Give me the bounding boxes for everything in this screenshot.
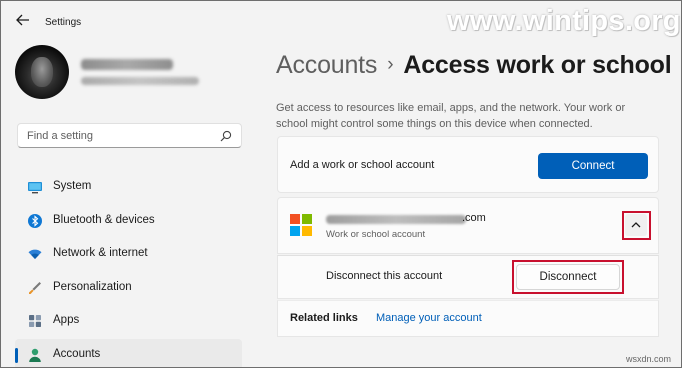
avatar[interactable] (15, 45, 69, 99)
chevron-up-icon (631, 222, 641, 228)
account-email-redacted (326, 215, 466, 224)
selected-indicator (15, 347, 18, 363)
avatar-face (31, 57, 53, 87)
breadcrumb-parent[interactable]: Accounts (276, 51, 377, 79)
apps-icon (29, 315, 41, 327)
sidebar-item-accounts[interactable]: Accounts (15, 338, 242, 367)
settings-window: Settings www.wintips.org Find a setting … (0, 0, 682, 368)
disconnect-account-label: Disconnect this account (326, 270, 443, 282)
sidebar-item-personalization[interactable]: Personalization (15, 272, 242, 304)
related-links-row: Related links Manage your account (277, 300, 659, 337)
sidebar-item-label: System (53, 180, 92, 192)
sidebar-item-label: Accounts (53, 347, 101, 360)
sidebar-item-label: Bluetooth & devices (53, 213, 155, 226)
account-card: .com Work or school account (277, 197, 659, 254)
manage-account-link[interactable]: Manage your account (376, 312, 482, 324)
sidebar-item-label: Network & internet (53, 247, 148, 259)
page-title: Accounts › Access work or school (276, 51, 672, 80)
account-type-label: Work or school account (326, 229, 426, 240)
watermark: www.wintips.org (447, 5, 681, 37)
disconnect-button[interactable]: Disconnect (516, 264, 620, 290)
person-icon (29, 348, 41, 362)
search-icon[interactable] (220, 130, 232, 142)
search-placeholder: Find a setting (27, 130, 94, 142)
profile-name-redacted (81, 59, 173, 70)
sidebar-item-label: Apps (53, 314, 80, 326)
account-email-domain: .com (462, 212, 486, 224)
breadcrumb-separator: › (387, 54, 394, 75)
bluetooth-icon (28, 213, 42, 228)
related-links-label: Related links (290, 312, 358, 324)
source-watermark: wsxdn.com (625, 354, 671, 364)
wifi-icon (28, 249, 42, 259)
connect-button[interactable]: Connect (538, 153, 648, 179)
microsoft-logo-icon (290, 214, 312, 236)
page-description: Get access to resources like email, apps… (276, 102, 626, 130)
add-account-label: Add a work or school account (290, 159, 435, 171)
app-title: Settings (45, 17, 82, 28)
monitor-icon (28, 182, 42, 194)
collapse-button[interactable] (625, 214, 647, 236)
profile-email-redacted (81, 77, 199, 85)
sidebar-item-apps[interactable]: Apps (15, 305, 242, 337)
sidebar-nav: System Bluetooth & devices Network & int… (15, 171, 243, 367)
search-input[interactable]: Find a setting (17, 123, 242, 148)
sidebar-item-bluetooth[interactable]: Bluetooth & devices (15, 205, 242, 237)
add-account-card: Add a work or school account Connect (277, 136, 659, 193)
breadcrumb-current: Access work or school (403, 51, 672, 79)
title-bar: Settings www.wintips.org (1, 1, 681, 39)
sidebar-item-label: Personalization (53, 280, 132, 293)
sidebar-item-network[interactable]: Network & internet (15, 238, 242, 270)
sidebar-item-system[interactable]: System (15, 171, 242, 203)
disconnect-row: Disconnect this account Disconnect (277, 255, 659, 299)
paintbrush-icon (29, 281, 41, 294)
back-arrow-icon[interactable] (16, 14, 30, 26)
